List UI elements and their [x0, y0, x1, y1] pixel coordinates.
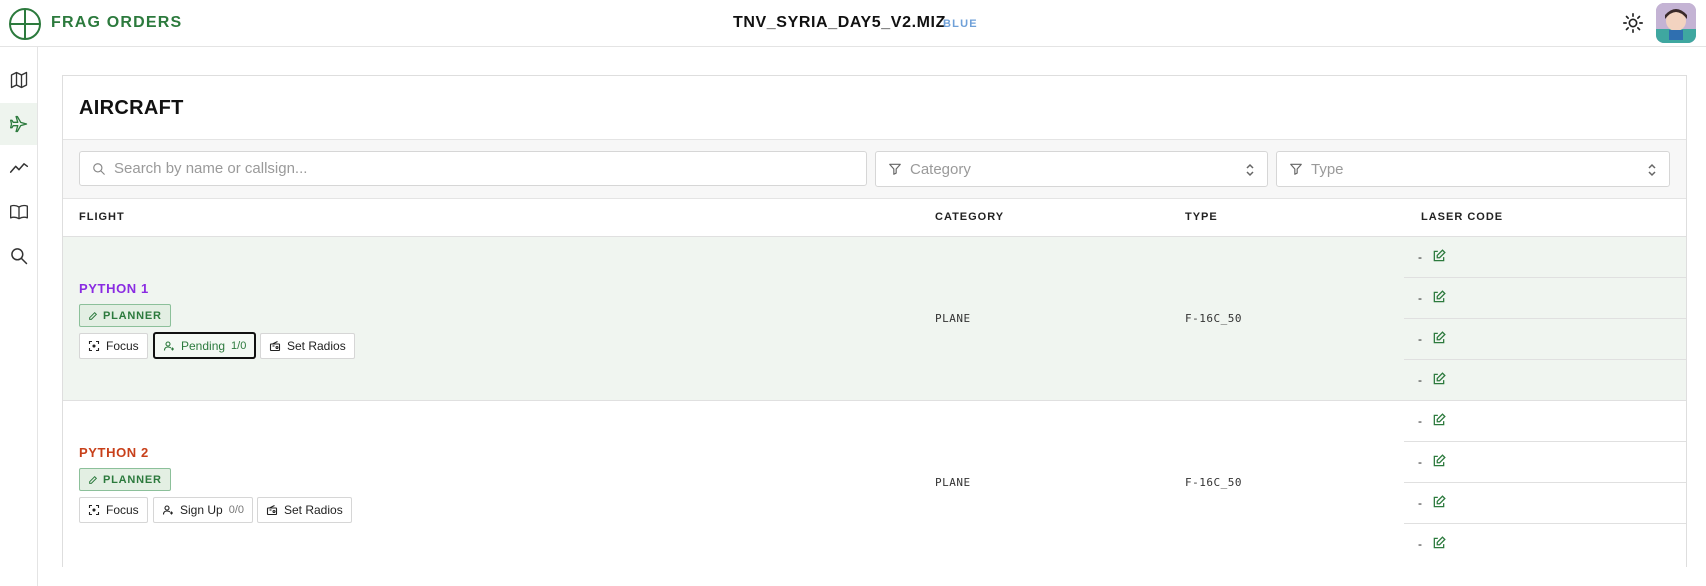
pending-signup-button[interactable]: Pending 1/0	[153, 332, 257, 359]
search-icon	[10, 248, 27, 265]
filter-icon	[889, 163, 901, 175]
focus-button-label: Focus	[106, 503, 139, 517]
type-cell: F-16C_50	[1185, 312, 1242, 325]
laser-code-value: -	[1418, 373, 1422, 387]
search-icon	[93, 163, 105, 175]
edit-icon[interactable]	[1432, 331, 1446, 345]
type-select-placeholder: Type	[1311, 161, 1344, 178]
laser-code-cell: -	[1404, 483, 1686, 524]
app-header: FRAG ORDERS TNV_SYRIA_DAY5_V2.MIZ BLUE	[0, 0, 1706, 47]
signup-count: 1/0	[231, 339, 247, 352]
activity-icon	[9, 163, 28, 173]
type-cell: F-16C_50	[1185, 476, 1242, 489]
radio-icon	[266, 505, 278, 516]
sidebar-nav	[0, 47, 38, 586]
mission-name: TNV_SYRIA_DAY5_V2.MIZ	[733, 14, 946, 31]
sidebar-item-aircraft[interactable]	[0, 103, 37, 145]
search-box	[79, 151, 867, 186]
book-icon	[9, 204, 28, 220]
set-radios-button[interactable]: Set Radios	[260, 333, 355, 359]
page-title: AIRCRAFT	[79, 97, 184, 119]
set-radios-button[interactable]: Set Radios	[257, 497, 352, 523]
signup-button[interactable]: Sign Up 0/0	[153, 497, 253, 523]
column-header-type[interactable]: TYPE	[1185, 211, 1218, 223]
edit-icon[interactable]	[1432, 413, 1446, 427]
user-icon	[162, 505, 173, 515]
coalition-label: BLUE	[943, 18, 978, 30]
laser-code-cell: -	[1404, 237, 1686, 278]
plane-icon	[9, 115, 27, 133]
signup-count: 0/0	[228, 504, 244, 516]
laser-code-cell: -	[1404, 360, 1686, 401]
pencil-icon	[89, 475, 98, 484]
category-select-placeholder: Category	[910, 161, 971, 178]
set-radios-label: Set Radios	[287, 339, 346, 353]
crosshair-logo-icon[interactable]	[8, 7, 42, 41]
category-cell: PLANE	[935, 476, 971, 489]
planner-badge: PLANNER	[79, 304, 171, 327]
laser-code-cell: -	[1404, 524, 1686, 565]
laser-code-value: -	[1418, 414, 1422, 428]
aircraft-panel: AIRCRAFT Category Type	[62, 75, 1687, 567]
flight-name-link[interactable]: PYTHON 1	[79, 281, 149, 296]
edit-icon[interactable]	[1432, 495, 1446, 509]
set-radios-label: Set Radios	[284, 503, 343, 517]
sidebar-item-docs[interactable]	[0, 191, 37, 233]
laser-code-value: -	[1418, 332, 1422, 346]
laser-code-value: -	[1418, 250, 1422, 264]
theme-toggle-button[interactable]	[1620, 10, 1646, 36]
laser-code-value: -	[1418, 455, 1422, 469]
laser-code-cell: -	[1404, 401, 1686, 442]
category-cell: PLANE	[935, 312, 971, 325]
pencil-icon	[89, 311, 98, 320]
category-select[interactable]: Category	[875, 151, 1268, 187]
sun-icon	[1623, 13, 1643, 33]
table-row: PYTHON 2 PLANNER Focus Sign Up 0/0 Set R…	[63, 401, 1686, 567]
edit-icon[interactable]	[1432, 372, 1446, 386]
laser-code-cell: -	[1404, 319, 1686, 360]
filter-icon	[1290, 163, 1302, 175]
focus-button[interactable]: Focus	[79, 333, 148, 359]
focus-button-label: Focus	[106, 339, 139, 353]
radio-icon	[269, 341, 281, 352]
focus-button[interactable]: Focus	[79, 497, 148, 523]
planner-badge: PLANNER	[79, 468, 171, 491]
avatar-image	[1656, 3, 1696, 43]
focus-icon	[88, 340, 100, 352]
table-row: PYTHON 1 PLANNER Focus Pending 1/0 Set R…	[63, 237, 1686, 401]
sidebar-item-map[interactable]	[0, 59, 37, 101]
laser-code-value: -	[1418, 291, 1422, 305]
search-input[interactable]	[114, 152, 854, 185]
laser-code-cell: -	[1404, 442, 1686, 483]
edit-icon[interactable]	[1432, 536, 1446, 550]
chevron-updown-icon	[1246, 163, 1254, 177]
edit-icon[interactable]	[1432, 454, 1446, 468]
map-icon	[10, 71, 27, 89]
edit-icon[interactable]	[1432, 290, 1446, 304]
column-header-laser-code[interactable]: LASER CODE	[1421, 211, 1503, 223]
laser-code-cell: -	[1404, 278, 1686, 319]
signup-button-label: Pending	[181, 338, 226, 353]
sidebar-item-stats[interactable]	[0, 147, 37, 189]
chevron-updown-icon	[1648, 163, 1656, 177]
flight-name-link[interactable]: PYTHON 2	[79, 445, 149, 460]
table-header: FLIGHT CATEGORY TYPE LASER CODE	[63, 199, 1686, 237]
brand-title[interactable]: FRAG ORDERS	[51, 14, 182, 32]
laser-code-value: -	[1418, 496, 1422, 510]
user-icon	[163, 340, 174, 351]
type-select[interactable]: Type	[1276, 151, 1670, 187]
user-avatar[interactable]	[1656, 3, 1696, 43]
sidebar-item-search[interactable]	[0, 235, 37, 277]
column-header-category[interactable]: CATEGORY	[935, 211, 1004, 223]
planner-badge-label: PLANNER	[103, 473, 162, 486]
focus-icon	[88, 504, 100, 516]
planner-badge-label: PLANNER	[103, 309, 162, 322]
filter-toolbar: Category Type	[63, 139, 1686, 199]
laser-code-value: -	[1418, 537, 1422, 551]
column-header-flight[interactable]: FLIGHT	[79, 211, 125, 223]
edit-icon[interactable]	[1432, 249, 1446, 263]
signup-button-label: Sign Up	[180, 503, 223, 517]
